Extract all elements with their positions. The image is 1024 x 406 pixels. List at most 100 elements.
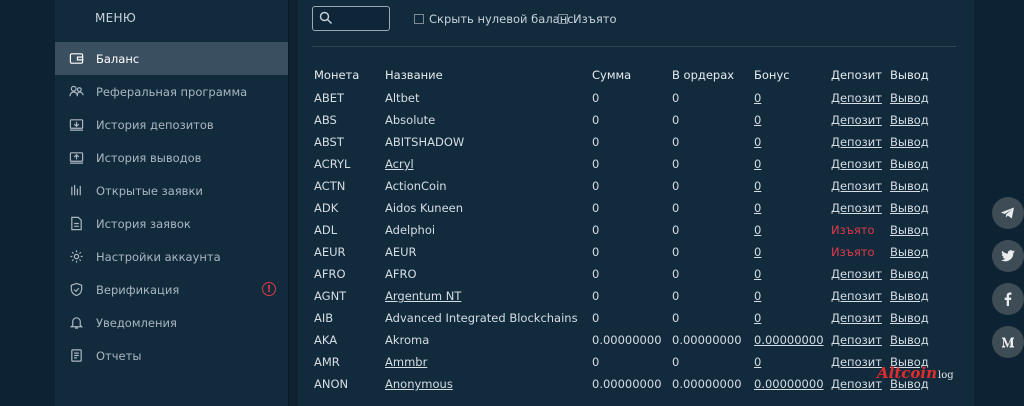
gear-icon <box>68 249 84 265</box>
bonus-link[interactable]: 0 <box>754 289 761 303</box>
toolbar-divider <box>312 46 956 47</box>
table-row: AKA Akroma 0.00000000 0.00000000 0.00000000 Д… <box>298 333 974 355</box>
bonus-link[interactable]: 0.00000000 <box>754 333 824 347</box>
open-orders-icon <box>68 183 84 199</box>
deposit-link[interactable]: Депозит <box>831 157 882 171</box>
sidebar-item-open-orders[interactable]: Открытые заявки <box>55 174 288 207</box>
orders-history-icon <box>68 216 84 232</box>
bonus-link[interactable]: 0 <box>754 113 761 127</box>
coin-name-cell[interactable]: Ammbr <box>385 355 427 369</box>
bonus-link[interactable]: 0 <box>754 311 761 325</box>
search-input[interactable] <box>335 9 391 29</box>
medium-icon[interactable] <box>992 326 1024 358</box>
header-bonus[interactable]: Бонус <box>754 68 790 82</box>
bonus-link[interactable]: 0 <box>754 157 761 171</box>
coin-name-cell: Altbet <box>385 91 420 105</box>
bonus-link[interactable]: 0.00000000 <box>754 377 824 391</box>
sidebar-item-notifications[interactable]: Уведомления <box>55 306 288 339</box>
sidebar-item-reports[interactable]: Отчеты <box>55 339 288 372</box>
withdraw-link[interactable]: Вывод <box>890 179 929 193</box>
deposit-link[interactable]: Депозит <box>831 201 882 215</box>
coin-cell: ACTN <box>314 179 346 193</box>
orders-cell: 0 <box>672 355 680 369</box>
coin-cell: AGNT <box>314 289 347 303</box>
table-row: AMR Ammbr 0 0 0 Депозит Вывод <box>298 355 974 377</box>
sidebar-item-withdraw-history[interactable]: История выводов <box>55 141 288 174</box>
table-row: ADK Aidos Kuneen 0 0 0 Депозит Вывод <box>298 201 974 223</box>
withdraw-link[interactable]: Вывод <box>890 91 929 105</box>
balance-panel: Скрыть нулевой баланс Изъято Монета Назв… <box>298 0 974 406</box>
coin-name-cell: ActionCoin <box>385 179 447 193</box>
delisted-toggle[interactable]: Изъято <box>558 12 617 26</box>
deposit-link[interactable]: Депозит <box>831 179 882 193</box>
coin-cell: AFRO <box>314 267 346 281</box>
coin-cell: ADL <box>314 223 338 237</box>
sidebar-item-verification[interactable]: Верификация ! <box>55 273 288 306</box>
deposit-link[interactable]: Депозит <box>831 311 882 325</box>
sum-cell: 0.00000000 <box>592 377 662 391</box>
deposit-history-icon <box>68 117 84 133</box>
watermark-logo: Altcoinlog <box>877 364 954 382</box>
coin-name-cell[interactable]: Argentum NT <box>385 289 461 303</box>
facebook-icon[interactable] <box>992 283 1024 315</box>
header-coin[interactable]: Монета <box>314 68 359 82</box>
withdraw-link[interactable]: Вывод <box>890 135 929 149</box>
deposit-link[interactable]: Депозит <box>831 91 882 105</box>
withdraw-link[interactable]: Вывод <box>890 289 929 303</box>
sum-cell: 0 <box>592 245 600 259</box>
coin-name-cell: Adelphoi <box>385 223 436 237</box>
table-row: ABS Absolute 0 0 0 Депозит Вывод <box>298 113 974 135</box>
deposit-link[interactable]: Депозит <box>831 267 882 281</box>
withdraw-link[interactable]: Вывод <box>890 333 929 347</box>
bonus-link[interactable]: 0 <box>754 135 761 149</box>
sidebar-item-referral[interactable]: Реферальная программа <box>55 75 288 108</box>
sidebar-item-label: История выводов <box>96 150 202 165</box>
sidebar-item-label: Баланс <box>96 51 140 66</box>
search-box[interactable] <box>312 6 391 31</box>
coin-name-cell: ABITSHADOW <box>385 135 465 149</box>
deposit-link[interactable]: Депозит <box>831 135 882 149</box>
deposit-link[interactable]: Депозит <box>831 355 882 369</box>
sidebar-item-orders-history[interactable]: История заявок <box>55 207 288 240</box>
deposit-link[interactable]: Депозит <box>831 113 882 127</box>
withdraw-link[interactable]: Вывод <box>890 157 929 171</box>
sum-cell: 0.00000000 <box>592 333 662 347</box>
deposit-link[interactable]: Депозит <box>831 333 882 347</box>
coin-name-cell[interactable]: Anonymous <box>385 377 453 391</box>
sidebar-item-account-settings[interactable]: Настройки аккаунта <box>55 240 288 273</box>
bell-icon <box>68 315 84 331</box>
bonus-link[interactable]: 0 <box>754 267 761 281</box>
sidebar-item-deposit-history[interactable]: История депозитов <box>55 108 288 141</box>
twitter-icon[interactable] <box>992 240 1024 272</box>
deposit-link[interactable]: Депозит <box>831 377 882 391</box>
hide-zero-balance-toggle[interactable]: Скрыть нулевой баланс <box>414 12 574 26</box>
bonus-link[interactable]: 0 <box>754 245 761 259</box>
withdraw-link[interactable]: Вывод <box>890 245 929 259</box>
withdraw-link[interactable]: Вывод <box>890 223 929 237</box>
telegram-icon[interactable] <box>992 197 1024 229</box>
sum-cell: 0 <box>592 267 600 281</box>
bonus-link[interactable]: 0 <box>754 223 761 237</box>
bonus-link[interactable]: 0 <box>754 91 761 105</box>
coin-cell: ACRYL <box>314 157 351 171</box>
table-row: AEUR AEUR 0 0 0 Изъято Вывод <box>298 245 974 267</box>
withdraw-link[interactable]: Вывод <box>890 267 929 281</box>
delisted-label: Изъято <box>831 245 875 259</box>
watermark-suffix: log <box>938 370 954 381</box>
header-name[interactable]: Название <box>385 68 443 82</box>
hide-zero-balance-checkbox[interactable] <box>414 14 424 24</box>
bonus-link[interactable]: 0 <box>754 355 761 369</box>
header-sum[interactable]: Сумма <box>592 68 631 82</box>
header-orders[interactable]: В ордерах <box>672 68 734 82</box>
bonus-link[interactable]: 0 <box>754 179 761 193</box>
delisted-checkbox[interactable] <box>558 14 568 24</box>
coin-name-cell[interactable]: Acryl <box>385 157 414 171</box>
deposit-link[interactable]: Депозит <box>831 289 882 303</box>
withdraw-link[interactable]: Вывод <box>890 113 929 127</box>
search-icon <box>319 11 332 24</box>
bonus-link[interactable]: 0 <box>754 201 761 215</box>
withdraw-link[interactable]: Вывод <box>890 311 929 325</box>
sum-cell: 0 <box>592 113 600 127</box>
sidebar-item-balance[interactable]: Баланс <box>55 42 288 75</box>
withdraw-link[interactable]: Вывод <box>890 201 929 215</box>
